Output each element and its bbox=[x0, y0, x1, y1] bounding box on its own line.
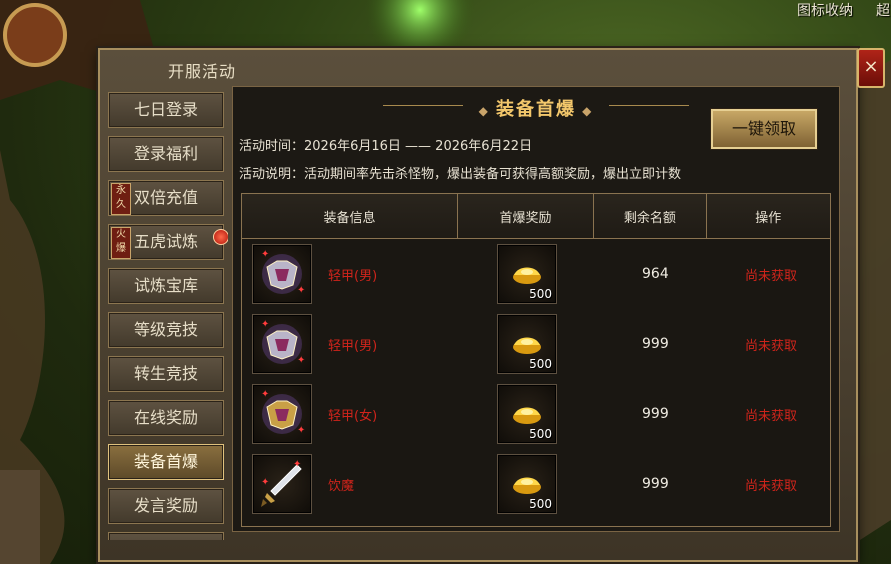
svg-text:✦: ✦ bbox=[297, 355, 305, 366]
remaining-count: 964 bbox=[642, 266, 669, 282]
desc-label: 活动说明： bbox=[239, 167, 305, 182]
sidebar-tag-badge: 火爆 bbox=[111, 227, 131, 259]
sidebar-item-6[interactable]: 转生竞技 bbox=[108, 356, 224, 392]
table-row: ✦ ✦ 轻甲(女) 500 999 尚未获取 bbox=[242, 379, 830, 449]
gold-ingot-icon[interactable]: 500 bbox=[497, 314, 557, 374]
reward-quantity: 500 bbox=[529, 427, 552, 441]
gold-ingot-icon[interactable]: 500 bbox=[497, 454, 557, 514]
diamond-icon: ◆ bbox=[576, 104, 594, 118]
reward-quantity: 500 bbox=[529, 357, 552, 371]
header-action: 操作 bbox=[755, 210, 782, 226]
remaining-count: 999 bbox=[642, 406, 669, 422]
armor-icon[interactable]: ✦ ✦ bbox=[252, 384, 312, 444]
sidebar-item-2[interactable]: 双倍充值 永久 bbox=[108, 180, 224, 216]
sidebar-item-label: 发言奖励 bbox=[133, 496, 198, 515]
sidebar-item-label: 转生竞技 bbox=[133, 364, 198, 383]
claim-all-button[interactable]: 一键领取 bbox=[711, 109, 817, 149]
sidebar-item-7[interactable]: 在线奖励 bbox=[108, 400, 224, 436]
gold-ingot-icon[interactable]: 500 bbox=[497, 244, 557, 304]
sidebar-item-4[interactable]: 试炼宝库 bbox=[108, 268, 224, 304]
time-label: 活动时间： bbox=[239, 139, 305, 154]
sidebar-item-label: 双倍充值 bbox=[133, 188, 198, 207]
sidebar-item-8[interactable]: 装备首爆 bbox=[108, 444, 224, 480]
table-row: ✦ ✦ 饮魔 500 999 尚未获取 bbox=[242, 449, 830, 519]
header-equipment: 装备信息 bbox=[242, 194, 458, 238]
sidebar-item-label: 在线奖励 bbox=[133, 408, 198, 427]
remaining-count: 999 bbox=[642, 336, 669, 352]
svg-text:✦: ✦ bbox=[261, 389, 269, 400]
table-row: ✦ ✦ 轻甲(男) 500 964 尚未获取 bbox=[242, 239, 830, 309]
icon-collapse-label[interactable]: 图标收纳 bbox=[797, 0, 853, 20]
content-panel: ◆ 装备首爆 ◆ 一键领取 活动时间：2026年6月16日 —— 2026年6月… bbox=[232, 86, 840, 532]
sidebar-item-9[interactable]: 发言奖励 bbox=[108, 488, 224, 524]
sidebar-item-0[interactable]: 七日登录 bbox=[108, 92, 224, 128]
sidebar-item-label: 等级竞技 bbox=[133, 320, 198, 339]
svg-text:✦: ✦ bbox=[297, 285, 305, 296]
sidebar-item-1[interactable]: 登录福利 bbox=[108, 136, 224, 172]
notification-dot-icon bbox=[213, 229, 228, 245]
svg-text:✦: ✦ bbox=[293, 459, 301, 470]
action-status[interactable]: 尚未获取 bbox=[745, 405, 797, 424]
window-title: 开服活动 bbox=[168, 62, 237, 81]
item-name: 轻甲(男) bbox=[328, 268, 378, 284]
svg-text:✦: ✦ bbox=[297, 425, 305, 436]
remaining-count: 999 bbox=[642, 476, 669, 492]
desc-value: 活动期间率先击杀怪物，爆出装备可获得高额奖励，爆出立即计数 bbox=[304, 167, 682, 182]
svg-text:✦: ✦ bbox=[261, 477, 269, 488]
action-status[interactable]: 尚未获取 bbox=[745, 335, 797, 354]
sidebar-tag-badge: 永久 bbox=[111, 183, 131, 215]
sword-icon[interactable]: ✦ ✦ bbox=[252, 454, 312, 514]
sidebar-item-5[interactable]: 等级竞技 bbox=[108, 312, 224, 348]
reward-quantity: 500 bbox=[529, 497, 552, 511]
table-body: ✦ ✦ 轻甲(男) 500 964 尚未获取 ✦ ✦ 轻甲(男) 500 999 尚未获取 ✦ ✦ 轻甲(女… bbox=[242, 239, 830, 519]
top-overflow-label: 超 bbox=[876, 3, 890, 19]
sidebar-item-3[interactable]: 五虎试炼 火爆 bbox=[108, 224, 228, 260]
equipment-table: 装备信息 首爆奖励 剩余名额 操作 ✦ ✦ 轻甲(男) 500 964 尚未获取 ✦ ✦ 轻甲(… bbox=[241, 193, 831, 527]
armor-icon[interactable]: ✦ ✦ bbox=[252, 314, 312, 374]
diamond-icon: ◆ bbox=[478, 104, 496, 118]
sidebar-item-label: 五虎试炼 bbox=[133, 232, 198, 251]
gold-ingot-icon[interactable]: 500 bbox=[497, 384, 557, 444]
event-time: 活动时间：2026年6月16日 —— 2026年6月22日 bbox=[239, 135, 532, 154]
header-remaining: 剩余名额 bbox=[594, 194, 707, 238]
table-header: 装备信息 首爆奖励 剩余名额 操作 bbox=[242, 194, 830, 239]
action-status[interactable]: 尚未获取 bbox=[745, 475, 797, 494]
title-divider-right bbox=[609, 105, 689, 106]
armor-icon[interactable]: ✦ ✦ bbox=[252, 244, 312, 304]
sidebar: 七日登录 登录福利 双倍充值 永久 五虎试炼 火爆 试炼宝库 等级竞技 转生竞技 在线奖励 装备首爆… bbox=[104, 92, 228, 540]
item-name: 轻甲(男) bbox=[328, 338, 378, 354]
table-row: ✦ ✦ 轻甲(男) 500 999 尚未获取 bbox=[242, 309, 830, 379]
item-name: 轻甲(女) bbox=[328, 408, 378, 424]
panel-title-text: 装备首爆 bbox=[496, 99, 576, 120]
header-reward: 首爆奖励 bbox=[458, 194, 595, 238]
event-description: 活动说明：活动期间率先击杀怪物，爆出装备可获得高额奖励，爆出立即计数 bbox=[239, 163, 681, 182]
close-button[interactable]: × bbox=[857, 48, 885, 88]
svg-text:✦: ✦ bbox=[261, 249, 269, 260]
item-name: 饮魔 bbox=[328, 478, 355, 494]
action-status[interactable]: 尚未获取 bbox=[745, 265, 797, 284]
sidebar-item-label: 试炼宝库 bbox=[133, 276, 198, 295]
reward-quantity: 500 bbox=[529, 287, 552, 301]
time-value: 2026年6月16日 —— 2026年6月22日 bbox=[304, 139, 533, 154]
sidebar-item-label: 七日登录 bbox=[133, 100, 198, 119]
sidebar-item-label: 登录福利 bbox=[133, 144, 198, 163]
sidebar-item-10[interactable]: 新服攻沙 bbox=[108, 532, 224, 540]
svg-text:✦: ✦ bbox=[261, 319, 269, 330]
sidebar-item-label: 装备首爆 bbox=[133, 452, 198, 471]
